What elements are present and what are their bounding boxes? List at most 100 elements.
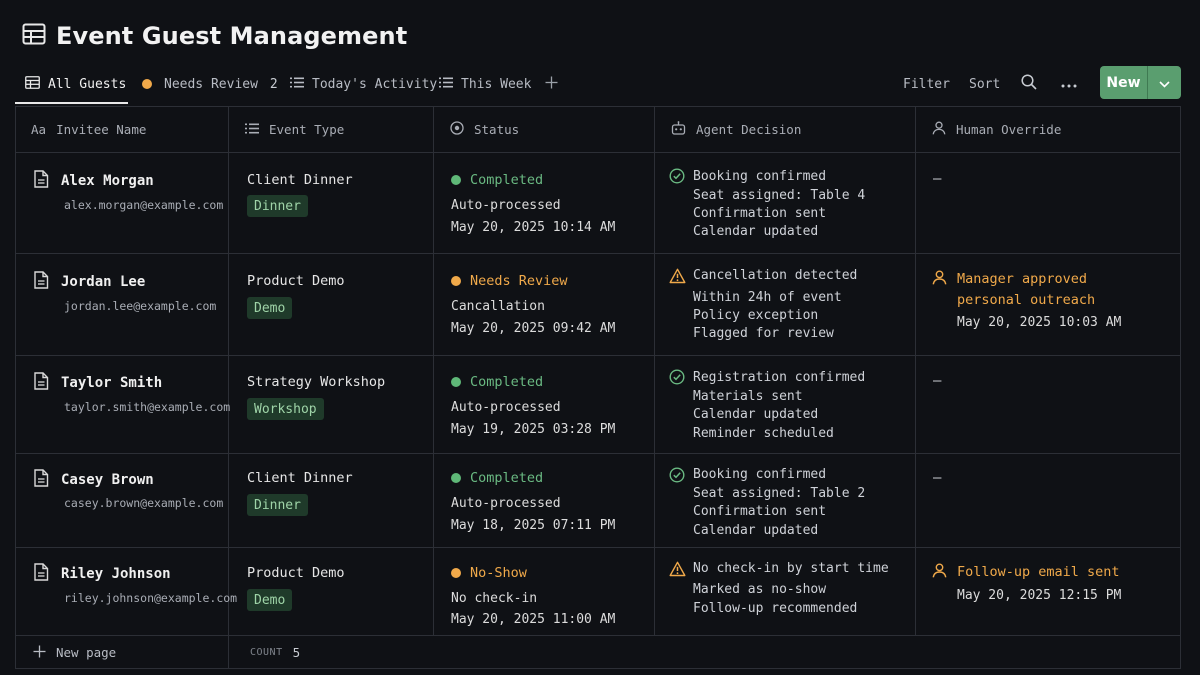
column-header-label: Event Type [269,122,345,137]
document-icon [33,469,49,491]
count-label: COUNT [250,647,283,658]
column-header-invitee-name[interactable]: Aa Invitee Name [16,107,229,152]
table-row[interactable]: Jordan Lee jordan.lee@example.com Produc… [16,254,1180,356]
status-timestamp: May 20, 2025 11:00 AM [451,612,616,627]
invitee-name: Taylor Smith [61,375,163,391]
agent-decision-cell[interactable]: Registration confirmed Materials sent Ca… [655,356,916,453]
agent-decision-cell[interactable]: Booking confirmed Seat assigned: Table 4… [655,153,916,253]
table-icon [22,23,46,49]
human-override-cell[interactable]: — [916,454,1182,547]
status-detail: Auto-processed [451,400,561,415]
column-header-human-override[interactable]: Human Override [916,107,1182,152]
event-type-cell[interactable]: Client Dinner Dinner [229,153,434,253]
new-button[interactable]: New [1100,66,1147,99]
robot-icon [671,121,686,138]
table-row[interactable]: Casey Brown casey.brown@example.com Clie… [16,454,1180,548]
invitee-cell[interactable]: Riley Johnson riley.johnson@example.com [16,548,237,635]
status-cell[interactable]: Completed Auto-processed May 19, 2025 03… [434,356,655,453]
status-detail: Cancallation [451,299,545,314]
status-label: Completed [470,374,544,390]
person-icon [932,121,946,138]
decision-line: Calendar updated [693,523,819,538]
status-timestamp: May 20, 2025 10:14 AM [451,220,616,235]
empty-override: — [933,470,942,486]
agent-decision-cell[interactable]: No check-in by start time Marked as no-s… [655,548,916,635]
count-value: 5 [292,645,301,660]
list-icon [290,77,304,92]
invitee-cell[interactable]: Alex Morgan alex.morgan@example.com [16,153,229,253]
tab-todays-activity[interactable]: Today's Activity [290,66,437,102]
agent-decision-cell[interactable]: Booking confirmed Seat assigned: Table 2… [655,454,916,547]
status-cell[interactable]: Completed Auto-processed May 18, 2025 07… [434,454,655,547]
decision-line: Within 24h of event [693,290,842,305]
status-label: Needs Review [470,273,568,289]
tab-this-week[interactable]: This Week [439,66,531,102]
column-header-event-type[interactable]: Event Type [229,107,434,152]
invitee-cell[interactable]: Casey Brown casey.brown@example.com [16,454,229,547]
status-label: Completed [470,172,544,188]
warning-icon [669,268,686,288]
decision-line: Policy exception [693,308,819,323]
event-type-cell[interactable]: Client Dinner Dinner [229,454,434,547]
table-row[interactable]: Alex Morgan alex.morgan@example.com Clie… [16,153,1180,254]
status-cell[interactable]: Completed Auto-processed May 20, 2025 10… [434,153,655,253]
text-type-icon: Aa [31,122,47,137]
empty-override: — [933,171,942,187]
human-override-cell[interactable]: Follow-up email sent May 20, 2025 12:15 … [916,548,1182,635]
invitee-email: jordan.lee@example.com [64,299,217,313]
document-icon [33,372,49,394]
invitee-email: taylor.smith@example.com [64,400,231,414]
guest-table: Aa Invitee Name Event Type Status Agent … [15,106,1181,669]
new-dropdown-button[interactable] [1147,66,1181,99]
human-override-cell[interactable]: Manager approved personal outreach May 2… [916,254,1182,355]
tab-needs-review[interactable]: Needs Review 2 [142,66,278,102]
decision-line: No check-in by start time [693,561,889,576]
invitee-cell[interactable]: Taylor Smith taylor.smith@example.com [16,356,231,453]
invitee-email: riley.johnson@example.com [64,591,238,605]
person-icon [932,270,947,289]
event-type-cell[interactable]: Product Demo Demo [229,254,434,355]
add-view-button[interactable] [545,66,558,102]
tab-count-badge: 2 [269,76,278,92]
status-dot-icon [451,473,461,483]
human-override-cell[interactable]: — [916,356,1182,453]
warning-icon [669,561,686,581]
plus-icon [33,645,46,661]
status-cell[interactable]: No-Show No check-in May 20, 2025 11:00 A… [434,548,655,635]
new-page-button[interactable]: New page [16,636,229,669]
check-circle-icon [669,369,685,389]
status-timestamp: May 19, 2025 03:28 PM [451,422,616,437]
event-type-name: Product Demo [247,565,345,581]
event-type-cell[interactable]: Product Demo Demo [229,548,434,635]
person-icon [932,563,947,582]
chevron-down-icon [1159,73,1170,92]
decision-line: Cancellation detected [693,268,858,283]
check-circle-icon [669,168,685,188]
column-header-status[interactable]: Status [434,107,655,152]
table-row[interactable]: Riley Johnson riley.johnson@example.com … [16,548,1180,636]
search-button[interactable] [1021,66,1037,102]
status-cell[interactable]: Needs Review Cancallation May 20, 2025 0… [434,254,655,355]
agent-decision-cell[interactable]: Cancellation detected Within 24h of even… [655,254,916,355]
tab-all-guests[interactable]: All Guests [25,66,126,102]
invitee-email: alex.morgan@example.com [64,198,224,212]
human-override-cell[interactable]: — [916,153,1182,253]
decision-line: Materials sent [693,389,803,404]
row-count: COUNT 5 [250,636,300,669]
filter-button[interactable]: Filter [903,66,950,102]
sort-button[interactable]: Sort [969,66,1000,102]
decision-line: Confirmation sent [693,206,827,221]
status-dot-icon [451,568,461,578]
table-row[interactable]: Taylor Smith taylor.smith@example.com St… [16,356,1180,454]
status-label: Completed [470,470,544,486]
status-label: No-Show [470,565,527,581]
decision-line: Marked as no-show [693,582,827,597]
event-type-name: Client Dinner [247,470,353,486]
event-type-cell[interactable]: Strategy Workshop Workshop [229,356,434,453]
decision-line: Follow-up recommended [693,601,858,616]
search-icon [1021,74,1037,94]
column-header-agent-decision[interactable]: Agent Decision [655,107,916,152]
invitee-cell[interactable]: Jordan Lee jordan.lee@example.com [16,254,229,355]
decision-line: Calendar updated [693,407,819,422]
more-options-button[interactable] [1061,66,1077,102]
